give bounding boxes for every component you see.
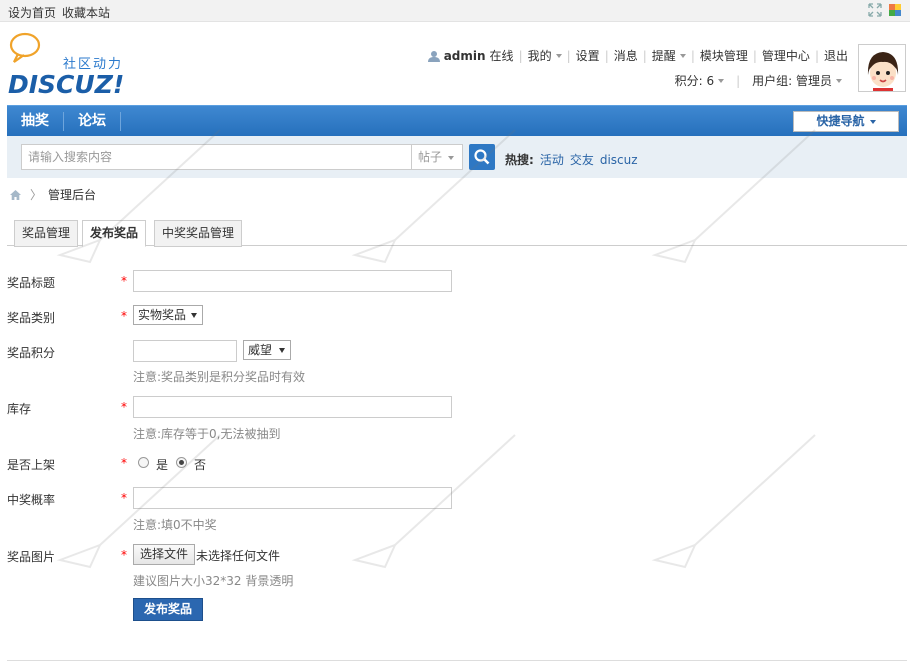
tab-label: 奖品管理 <box>22 226 71 240</box>
hot-search-label: 热搜: <box>505 153 534 167</box>
set-home-link[interactable]: 设为首页 <box>8 4 56 21</box>
user-stats: 积分: 6 | 用户组: 管理员 <box>675 72 842 89</box>
mine-menu[interactable]: 我的 <box>528 47 552 64</box>
hot-keyword[interactable]: 交友 <box>570 153 594 167</box>
probability-hint: 注意:填0不中奖 <box>133 518 217 532</box>
breadcrumb: 〉 管理后台 <box>9 186 96 203</box>
usergroup-menu[interactable]: 用户组: 管理员 <box>752 72 832 89</box>
prize-category-label: 奖品类别 <box>7 311 56 325</box>
required-mark: * <box>121 548 127 562</box>
on-shelf-yes-label[interactable]: 是 <box>156 456 168 473</box>
user-icon <box>427 50 440 62</box>
win-probability-input[interactable] <box>133 487 452 509</box>
on-shelf-no-radio[interactable] <box>176 457 187 468</box>
nav-item-forum[interactable]: 论坛 <box>78 106 106 137</box>
online-status[interactable]: 在线 <box>490 47 514 64</box>
watermark-overlay <box>56 129 816 569</box>
publish-prize-label: 发布奖品 <box>143 602 192 616</box>
user-toolbar: admin 在线 | 我的 | 设置 | 消息 | 提醒 | 模块管理 | 管理… <box>427 47 848 64</box>
search-type-label: 帖子 <box>418 150 443 164</box>
reminders-menu[interactable]: 提醒 <box>652 47 676 64</box>
prize-points-label: 奖品积分 <box>7 346 56 360</box>
hot-keyword[interactable]: 活动 <box>540 153 564 167</box>
hot-search: 热搜: 活动 交友 discuz <box>505 151 638 168</box>
quick-nav-button[interactable]: 快捷导航 <box>793 111 899 132</box>
messages-link[interactable]: 消息 <box>614 47 638 64</box>
required-mark: * <box>121 491 127 505</box>
points-menu[interactable]: 积分: 6 <box>675 72 715 89</box>
main-nav: 抽奖 论坛 快捷导航 <box>7 105 907 136</box>
publish-prize-button[interactable]: 发布奖品 <box>133 598 203 621</box>
hot-keyword[interactable]: discuz <box>600 153 638 167</box>
points-unit-value: 威望 <box>248 343 273 357</box>
chevron-down-icon <box>555 53 562 58</box>
search-bar: 帖子 热搜: 活动交友 discuz <box>7 136 907 178</box>
module-manage-link[interactable]: 模块管理 <box>700 47 748 64</box>
breadcrumb-separator: 〉 <box>30 188 43 202</box>
chevron-down-icon <box>191 313 197 318</box>
speech-bubble-logo-icon <box>9 32 41 63</box>
tab-publish-prize[interactable]: 发布奖品 <box>82 220 147 247</box>
settings-link[interactable]: 设置 <box>576 47 600 64</box>
breadcrumb-current[interactable]: 管理后台 <box>48 186 96 203</box>
file-status: 未选择任何文件 <box>196 549 281 563</box>
bookmark-link[interactable]: 收藏本站 <box>62 4 110 21</box>
stock-hint: 注意:库存等于0,无法被抽到 <box>133 427 281 441</box>
admin-center-link[interactable]: 管理中心 <box>762 47 810 64</box>
chevron-down-icon <box>836 78 842 83</box>
choose-file-label: 选择文件 <box>140 547 189 561</box>
search-type-select[interactable]: 帖子 <box>411 144 463 170</box>
on-shelf-yes-radio[interactable] <box>138 457 149 468</box>
chevron-down-icon <box>279 348 285 353</box>
required-mark: * <box>121 274 127 288</box>
search-input[interactable] <box>21 144 411 170</box>
nav-item-lottery[interactable]: 抽奖 <box>21 106 49 137</box>
win-probability-label: 中奖概率 <box>7 493 56 507</box>
logo-wordmark: DISCUZ! <box>8 70 125 99</box>
chevron-down-icon <box>448 156 454 160</box>
stock-input[interactable] <box>133 396 452 418</box>
site-logo[interactable]: 社区动力 DISCUZ! <box>6 32 136 99</box>
fullscreen-icon[interactable] <box>868 3 882 17</box>
points-hint: 注意:奖品类别是积分奖品时有效 <box>133 370 306 384</box>
prize-category-value: 实物奖品 <box>138 308 187 322</box>
chevron-down-icon <box>679 53 686 58</box>
prize-points-input[interactable] <box>133 340 237 362</box>
search-icon <box>474 149 490 165</box>
logout-link[interactable]: 退出 <box>824 47 848 64</box>
top-utility-bar: 设为首页 收藏本站 <box>0 0 910 22</box>
choose-file-button[interactable]: 选择文件 <box>133 544 196 565</box>
image-hint: 建议图片大小32*32 背景透明 <box>133 574 294 588</box>
home-icon[interactable] <box>9 189 22 201</box>
prize-title-label: 奖品标题 <box>7 276 56 290</box>
bottom-divider <box>7 660 907 661</box>
tab-bar: 奖品管理 发布奖品 中奖奖品管理 <box>7 216 907 247</box>
chevron-down-icon <box>869 119 876 124</box>
tab-label: 中奖奖品管理 <box>162 226 235 240</box>
avatar-icon <box>859 45 905 91</box>
prize-category-select[interactable]: 实物奖品 <box>133 305 203 325</box>
tab-winning-prize-manage[interactable]: 中奖奖品管理 <box>154 220 243 247</box>
stock-label: 库存 <box>7 402 32 416</box>
tab-label: 发布奖品 <box>90 226 139 240</box>
quick-nav-label: 快捷导航 <box>816 114 865 128</box>
required-mark: * <box>121 309 127 323</box>
username-link[interactable]: admin <box>444 49 486 63</box>
on-shelf-label: 是否上架 <box>7 458 56 472</box>
chevron-down-icon <box>718 78 725 83</box>
on-shelf-no-label[interactable]: 否 <box>194 456 206 473</box>
required-mark: * <box>121 400 127 414</box>
prize-title-input[interactable] <box>133 270 452 292</box>
tab-prize-manage[interactable]: 奖品管理 <box>14 220 79 247</box>
search-button[interactable] <box>469 144 495 170</box>
points-unit-select[interactable]: 威望 <box>243 340 291 360</box>
required-mark: * <box>121 456 127 470</box>
prize-image-label: 奖品图片 <box>7 550 56 564</box>
avatar[interactable] <box>858 44 906 92</box>
color-theme-icon[interactable] <box>888 3 902 17</box>
